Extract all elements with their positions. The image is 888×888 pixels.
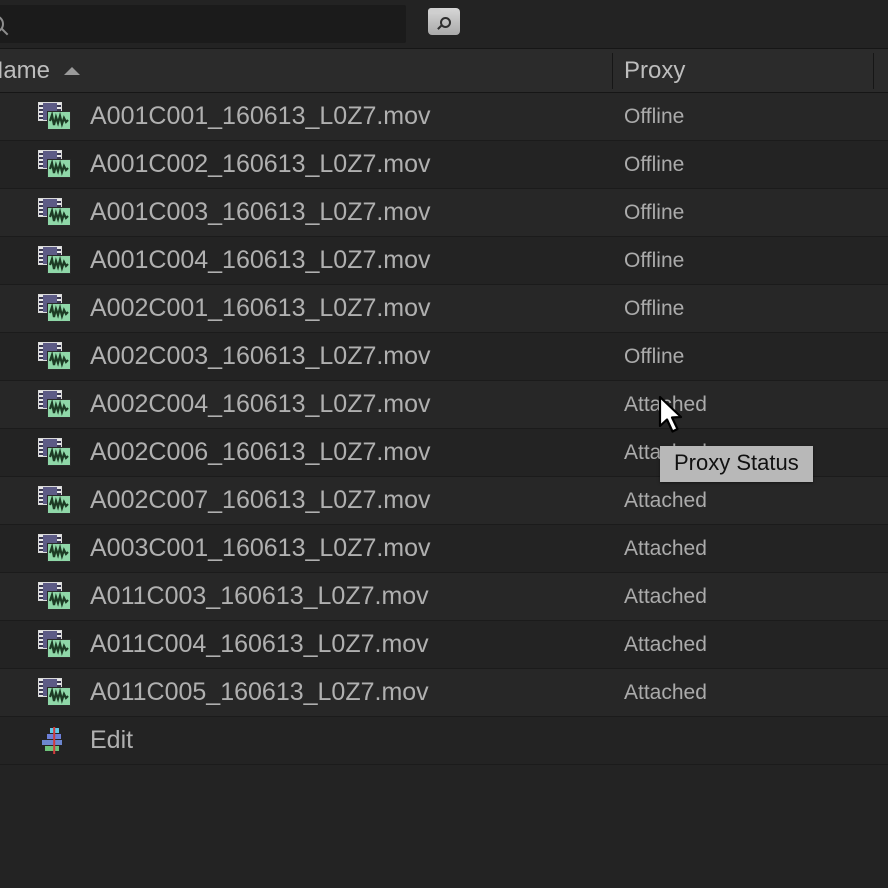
media-list[interactable]: A001C001_160613_L0Z7.mov Offline A001C002_… (0, 93, 888, 888)
table-row[interactable]: A002C004_160613_L0Z7.mov Attached (0, 381, 888, 429)
row-name-cell: A011C003_160613_L0Z7.mov (90, 582, 429, 610)
table-row[interactable]: A001C002_160613_L0Z7.mov Offline (0, 141, 888, 189)
row-name-cell: A011C005_160613_L0Z7.mov (90, 678, 429, 706)
row-proxy-cell: Attached (624, 680, 707, 704)
row-name-cell: A001C002_160613_L0Z7.mov (90, 150, 431, 178)
waveform-thumbnail (47, 638, 71, 658)
chevron-up-icon[interactable] (64, 67, 81, 75)
row-name-cell: A002C006_160613_L0Z7.mov (90, 438, 431, 466)
media-pool-panel: Name Proxy A001C001_160613_L0Z7.mov Offli… (0, 0, 888, 888)
row-name-cell: A003C001_160613_L0Z7.mov (90, 534, 431, 562)
row-proxy-cell: Offline (624, 248, 685, 272)
row-name-cell: A002C004_160613_L0Z7.mov (90, 390, 431, 418)
column-header-row: Name Proxy (0, 49, 888, 93)
row-proxy-cell: Offline (624, 200, 685, 224)
row-name-cell: A001C001_160613_L0Z7.mov (90, 102, 431, 130)
media-clip-icon (38, 389, 72, 420)
table-row[interactable]: A011C004_160613_L0Z7.mov Attached (0, 621, 888, 669)
table-row[interactable]: A003C001_160613_L0Z7.mov Attached (0, 525, 888, 573)
waveform-thumbnail (47, 590, 71, 610)
media-clip-icon (38, 485, 72, 516)
column-header-name[interactable]: Name (0, 49, 613, 93)
waveform-thumbnail (47, 686, 71, 706)
table-row[interactable]: A011C005_160613_L0Z7.mov Attached (0, 669, 888, 717)
row-proxy-cell: Attached (624, 488, 707, 512)
column-divider-proxy-end[interactable] (873, 53, 874, 89)
toolbar (0, 0, 888, 49)
row-proxy-cell: Offline (624, 344, 685, 368)
row-proxy-cell: Offline (624, 104, 685, 128)
row-name-cell: A002C003_160613_L0Z7.mov (90, 342, 431, 370)
waveform-thumbnail (47, 398, 71, 418)
table-row[interactable]: A001C004_160613_L0Z7.mov Offline (0, 237, 888, 285)
row-name-cell: A001C004_160613_L0Z7.mov (90, 246, 431, 274)
table-row[interactable]: A001C001_160613_L0Z7.mov Offline (0, 93, 888, 141)
row-proxy-cell: Attached (624, 392, 707, 416)
folder-tab-shape (428, 8, 441, 14)
column-divider-name-proxy[interactable] (612, 53, 613, 89)
row-name-cell: Edit (90, 726, 134, 754)
waveform-thumbnail (47, 254, 71, 274)
waveform-thumbnail (47, 206, 71, 226)
column-header-name-label: Name (0, 57, 51, 84)
column-header-proxy[interactable]: Proxy (614, 49, 874, 93)
media-clip-icon (38, 533, 72, 564)
row-name-cell: A002C007_160613_L0Z7.mov (90, 486, 431, 514)
waveform-thumbnail (47, 110, 71, 130)
media-clip-icon (38, 629, 72, 660)
tooltip-proxy-status: Proxy Status (660, 446, 813, 483)
row-name-cell: A002C001_160613_L0Z7.mov (90, 294, 431, 322)
timeline-icon (38, 726, 72, 756)
search-field[interactable] (0, 5, 406, 43)
table-row[interactable]: A002C007_160613_L0Z7.mov Attached (0, 477, 888, 525)
row-proxy-cell: Attached (624, 584, 707, 608)
media-clip-icon (38, 341, 72, 372)
table-row[interactable]: A002C003_160613_L0Z7.mov Offline (0, 333, 888, 381)
row-name-cell: A001C003_160613_L0Z7.mov (90, 198, 431, 226)
media-clip-icon (38, 197, 72, 228)
table-row[interactable]: A002C001_160613_L0Z7.mov Offline (0, 285, 888, 333)
table-row[interactable]: Edit (0, 717, 888, 765)
waveform-thumbnail (47, 302, 71, 322)
row-proxy-cell: Offline (624, 296, 685, 320)
row-proxy-cell: Offline (624, 152, 685, 176)
magnifier-shape (439, 17, 451, 28)
media-clip-icon (38, 677, 72, 708)
media-clip-icon (38, 293, 72, 324)
search-input[interactable] (4, 15, 405, 33)
row-proxy-cell: Attached (624, 536, 707, 560)
column-header-proxy-label: Proxy (624, 57, 686, 84)
waveform-thumbnail (47, 158, 71, 178)
tooltip-label: Proxy Status (674, 450, 799, 475)
media-clip-icon (38, 149, 72, 180)
media-clip-icon (38, 101, 72, 132)
row-name-cell: A011C004_160613_L0Z7.mov (90, 630, 429, 658)
media-clip-icon (38, 581, 72, 612)
folder-search-icon[interactable] (428, 8, 460, 35)
table-row[interactable]: A001C003_160613_L0Z7.mov Offline (0, 189, 888, 237)
timeline-shape (42, 726, 62, 754)
table-row[interactable]: A011C003_160613_L0Z7.mov Attached (0, 573, 888, 621)
waveform-thumbnail (47, 446, 71, 466)
media-clip-icon (38, 245, 72, 276)
waveform-thumbnail (47, 494, 71, 514)
row-proxy-cell: Attached (624, 632, 707, 656)
waveform-thumbnail (47, 350, 71, 370)
waveform-thumbnail (47, 542, 71, 562)
media-clip-icon (38, 437, 72, 468)
